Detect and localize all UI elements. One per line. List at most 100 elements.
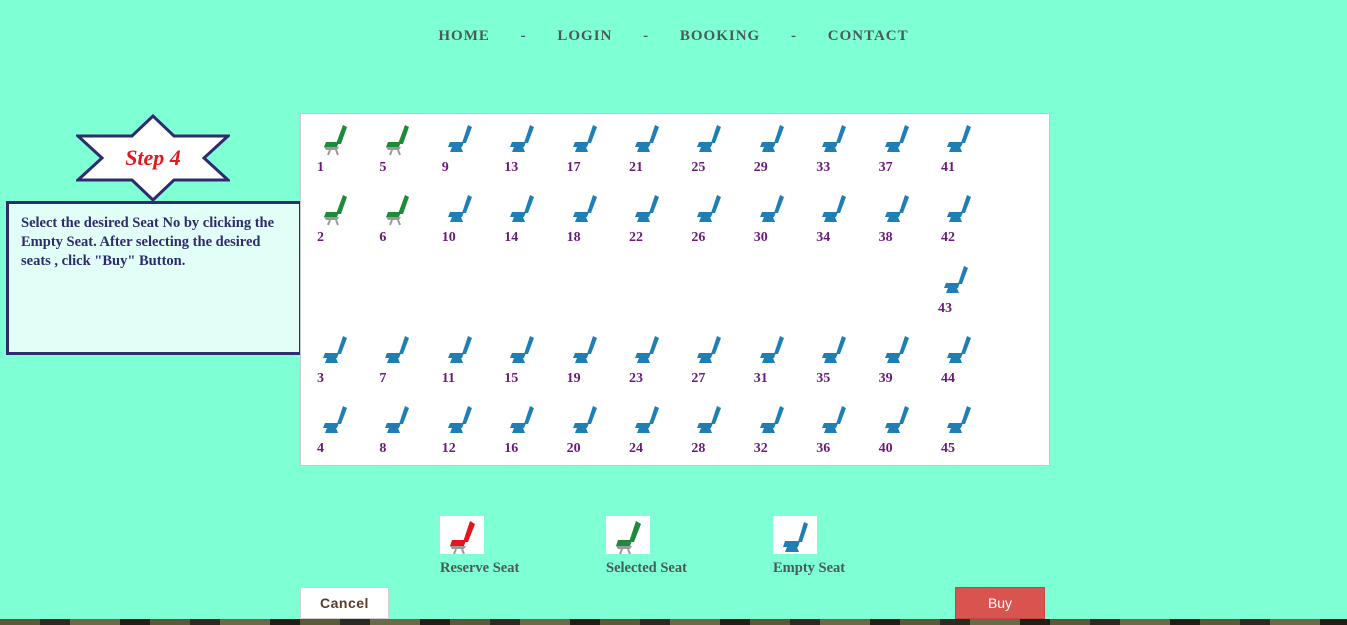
seat-29[interactable]: 29: [740, 122, 784, 175]
seat-26[interactable]: 26: [677, 192, 722, 245]
seat-43[interactable]: 43: [924, 263, 968, 316]
legend-selected: Selected Seat: [606, 516, 687, 577]
seat-13[interactable]: 13: [490, 122, 535, 175]
seat-number: 6: [379, 230, 387, 245]
empty-seat-icon: [697, 195, 722, 222]
seat-number: 14: [504, 230, 519, 245]
seat-11[interactable]: 11: [428, 333, 472, 386]
seat-number: 22: [629, 230, 643, 245]
seat-number: 38: [878, 230, 893, 245]
seat-number: 45: [941, 441, 955, 456]
seat-number: 10: [441, 230, 456, 245]
empty-seat-icon: [697, 125, 722, 152]
empty-seat-icon: [323, 336, 347, 363]
seat-5[interactable]: 5: [365, 122, 410, 175]
seat-number: 9: [441, 160, 449, 175]
seat-34[interactable]: 34: [802, 192, 847, 245]
seat-number: 3: [317, 371, 324, 386]
empty-seat-icon: [447, 336, 472, 363]
seat-7[interactable]: 7: [365, 333, 410, 386]
legend-reserve-label: Reserve Seat: [440, 560, 520, 576]
seat-45[interactable]: 45: [927, 403, 971, 456]
seat-40[interactable]: 40: [865, 403, 909, 456]
seat-number: 28: [691, 441, 706, 456]
seat-23[interactable]: 23: [615, 333, 659, 386]
nav-contact-link[interactable]: CONTACT: [828, 28, 909, 44]
nav-booking-link[interactable]: BOOKING: [680, 28, 760, 44]
empty-seat-icon: [697, 406, 722, 433]
seat-37[interactable]: 37: [865, 122, 909, 175]
empty-seat-icon: [759, 336, 784, 363]
seat-number: 44: [941, 371, 955, 386]
empty-seat-icon: [884, 125, 909, 152]
seat-15[interactable]: 15: [490, 333, 535, 386]
seat-number: 27: [691, 371, 706, 386]
seat-number: 42: [941, 230, 955, 245]
nav-home-link[interactable]: HOME: [438, 28, 490, 44]
seat-36[interactable]: 36: [802, 403, 847, 456]
seat-1[interactable]: 1: [303, 122, 347, 175]
seat-number: 30: [753, 230, 768, 245]
seat-28[interactable]: 28: [677, 403, 722, 456]
nav-separator: -: [520, 28, 527, 44]
seat-20[interactable]: 20: [553, 403, 597, 456]
empty-seat-icon: [510, 195, 535, 222]
seat-44[interactable]: 44: [927, 333, 971, 386]
empty-seat-icon: [697, 336, 722, 363]
buy-button[interactable]: Buy: [955, 587, 1045, 619]
seat-38[interactable]: 38: [865, 192, 909, 245]
empty-seat-icon: [884, 406, 909, 433]
seat-number: 17: [566, 160, 581, 175]
seat-number: 5: [379, 160, 387, 175]
seat-number: 2: [317, 230, 324, 245]
seat-35[interactable]: 35: [802, 333, 847, 386]
seat-31[interactable]: 31: [740, 333, 784, 386]
seat-14[interactable]: 14: [490, 192, 535, 245]
seat-number: 19: [566, 371, 581, 386]
empty-seat-icon: [447, 125, 472, 152]
seat-42[interactable]: 42: [927, 192, 971, 245]
seat-12[interactable]: 12: [428, 403, 472, 456]
seat-number: 34: [816, 230, 831, 245]
seat-4[interactable]: 4: [303, 403, 347, 456]
seat-number: 15: [504, 371, 519, 386]
seat-number: 21: [629, 160, 643, 175]
empty-seat-icon: [385, 406, 410, 433]
seat-33[interactable]: 33: [802, 122, 847, 175]
seat-19[interactable]: 19: [553, 333, 597, 386]
seat-number: 29: [753, 160, 768, 175]
seat-22[interactable]: 22: [615, 192, 659, 245]
seat-map-panel: 1 5 9 13 17 21 25 29 33 37 41 2 6 10 14 18 22 26 30 34 38 42 4…: [300, 113, 1050, 466]
seat-18[interactable]: 18: [553, 192, 597, 245]
seat-6[interactable]: 6: [365, 192, 410, 245]
seat-number: 35: [816, 371, 831, 386]
seat-30[interactable]: 30: [740, 192, 784, 245]
seat-25[interactable]: 25: [677, 122, 722, 175]
empty-seat-icon: [510, 336, 535, 363]
seat-8[interactable]: 8: [365, 403, 410, 456]
seat-number: 4: [317, 441, 324, 456]
seat-41[interactable]: 41: [927, 122, 971, 175]
seat-21[interactable]: 21: [615, 122, 659, 175]
legend-empty-label: Empty Seat: [773, 560, 846, 576]
instruction-box: Select the desired Seat No by clicking t…: [6, 201, 302, 355]
empty-seat-icon: [447, 195, 472, 222]
seat-number: 40: [878, 441, 893, 456]
seat-32[interactable]: 32: [740, 403, 784, 456]
cancel-button[interactable]: Cancel: [300, 587, 389, 619]
empty-seat-icon: [773, 516, 817, 554]
seat-number: 25: [691, 160, 706, 175]
seat-27[interactable]: 27: [677, 333, 722, 386]
seat-3[interactable]: 3: [303, 333, 347, 386]
empty-seat-icon: [635, 336, 659, 363]
seat-17[interactable]: 17: [553, 122, 597, 175]
seat-24[interactable]: 24: [615, 403, 659, 456]
nav-login-link[interactable]: LOGIN: [557, 28, 612, 44]
seat-9[interactable]: 9: [428, 122, 472, 175]
seat-10[interactable]: 10: [428, 192, 472, 245]
seat-number: 32: [753, 441, 768, 456]
seat-16[interactable]: 16: [490, 403, 535, 456]
seat-2[interactable]: 2: [303, 192, 347, 245]
seat-39[interactable]: 39: [865, 333, 909, 386]
empty-seat-icon: [510, 406, 535, 433]
